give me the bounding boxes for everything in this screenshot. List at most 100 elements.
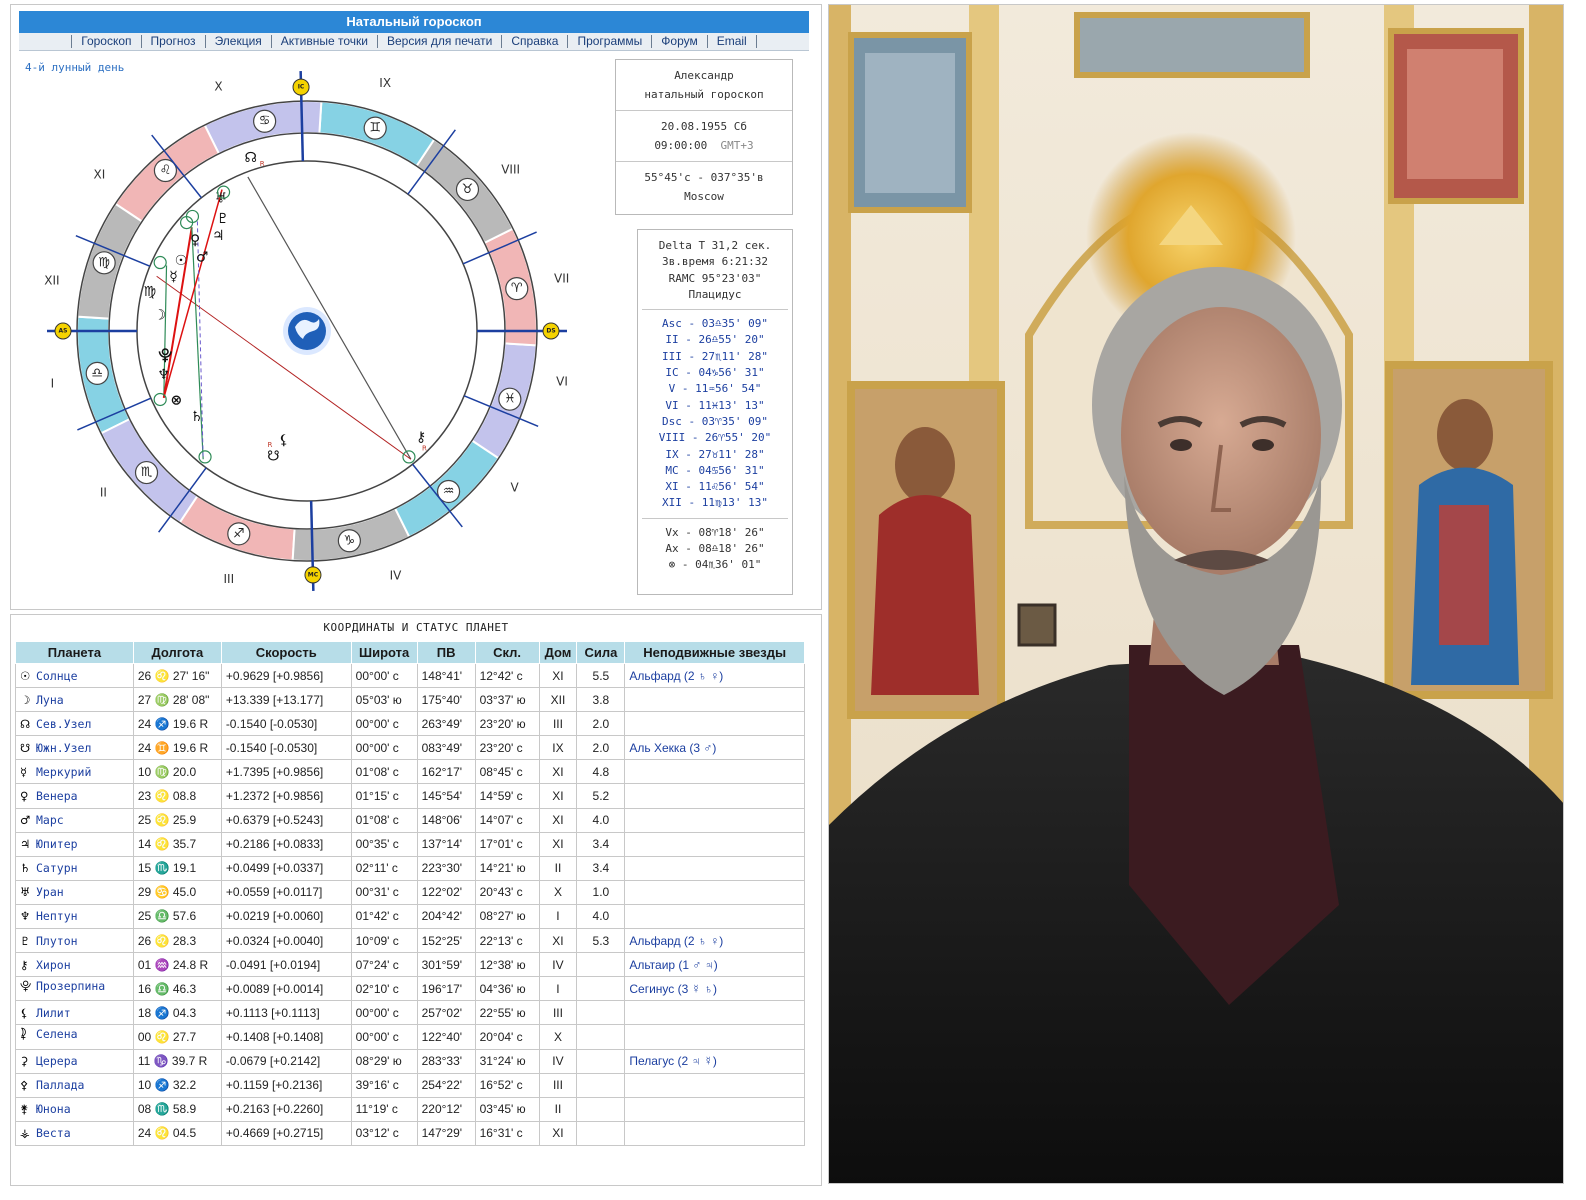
retrograde-mark: R bbox=[267, 441, 272, 449]
declination-cell: 14°21' ю bbox=[475, 856, 540, 881]
longitude-cell: 27 ♍ 28' 08" bbox=[133, 687, 222, 713]
house-number: VI bbox=[556, 375, 568, 389]
right-ascension-cell: 147°29' bbox=[417, 1121, 476, 1146]
power-cell: 5.3 bbox=[576, 928, 626, 954]
planet-name-link[interactable]: Сев.Узел bbox=[36, 717, 91, 731]
planet-name-link[interactable]: Юпитер bbox=[36, 837, 78, 851]
planet-cell: ⚵ Юнона bbox=[15, 1097, 134, 1122]
table-row: ♂ Марс 25 ♌ 25.9 +0.6379 [+0.5243] 01°08' с1… bbox=[15, 808, 805, 833]
planet-name-link[interactable]: Нептун bbox=[36, 909, 78, 923]
fixed-star-cell bbox=[624, 904, 805, 930]
right-ascension-cell: 152°25' bbox=[417, 928, 476, 954]
planet-glyph-icon: ⚴ bbox=[20, 1078, 29, 1093]
declination-cell: 22°13' с bbox=[475, 928, 540, 954]
menu-item-horoscope[interactable]: Гороскоп bbox=[71, 35, 140, 48]
planet-glyph-icon: ☉ bbox=[20, 668, 31, 683]
fixed-star-cell bbox=[624, 1000, 805, 1026]
planet-name-link[interactable]: Марс bbox=[36, 813, 64, 827]
menu-item-forum[interactable]: Форум bbox=[651, 35, 706, 48]
latitude-cell: 01°15' с bbox=[351, 783, 418, 809]
menu-item-election[interactable]: Элекция bbox=[204, 35, 271, 48]
house-cell: X bbox=[539, 880, 578, 905]
planet-name-link[interactable]: Плутон bbox=[36, 934, 78, 948]
planet-glyph-icon: ☿ bbox=[169, 269, 178, 285]
planet-name-link[interactable]: Лилит bbox=[36, 1006, 71, 1020]
table-row: ⯓ Прозерпина 16 ♎ 46.3 +0.0089 [+0.0014] 02°… bbox=[15, 976, 805, 1002]
fixed-star-cell bbox=[624, 1097, 805, 1122]
planet-glyph-icon: ☿ bbox=[20, 764, 28, 779]
menu-item-help[interactable]: Справка bbox=[501, 35, 567, 48]
table-row: ⚸ Лилит 18 ♐ 04.3 +0.1113 [+0.1113] 00°00' с… bbox=[15, 1000, 805, 1026]
speed-cell: -0.1540 [-0.0530] bbox=[221, 735, 352, 761]
fixed-star-cell[interactable]: Сегинус (3 ☿ ♄) bbox=[624, 976, 805, 1002]
menu-item-programs[interactable]: Программы bbox=[567, 35, 651, 48]
right-ascension-cell: 148°06' bbox=[417, 808, 476, 833]
table-row: ⚳ Церера 11 ♑ 39.7 R -0.0679 [+0.2142] 08°29… bbox=[15, 1049, 805, 1074]
planet-name-link[interactable]: Луна bbox=[36, 693, 64, 707]
longitude-cell: 15 ♏ 19.1 bbox=[133, 856, 222, 881]
planet-name-link[interactable]: Юнона bbox=[36, 1102, 71, 1116]
menu-item-active-points[interactable]: Активные точки bbox=[270, 35, 377, 48]
power-cell bbox=[576, 1000, 626, 1026]
table-row: ♅ Уран 29 ♋ 45.0 +0.0559 [+0.0117] 00°31' с1… bbox=[15, 880, 805, 905]
menu-item-email[interactable]: Email bbox=[706, 35, 757, 48]
planet-cell: ☿ Меркурий bbox=[15, 759, 134, 785]
house-number: V bbox=[511, 480, 520, 494]
declination-cell: 20°43' с bbox=[475, 880, 540, 905]
right-ascension-cell: 223°30' bbox=[417, 856, 476, 881]
planet-name-link[interactable]: Меркурий bbox=[36, 765, 91, 779]
zodiac-sign-icon: ♏ bbox=[141, 465, 153, 480]
planet-name-link[interactable]: Солнце bbox=[36, 669, 78, 683]
fixed-star-cell[interactable]: Альфард (2 ♄ ♀) bbox=[624, 928, 805, 954]
planet-name-link[interactable]: Хирон bbox=[36, 958, 71, 972]
planet-cell: ⚸ Лилит bbox=[15, 1000, 134, 1026]
sidereal-time: Зв.время 6:21:32 bbox=[662, 255, 768, 269]
planet-name-link[interactable]: Паллада bbox=[36, 1078, 84, 1092]
power-cell bbox=[576, 976, 626, 1002]
menu-item-forecast[interactable]: Прогноз bbox=[140, 35, 205, 48]
planet-cell: ♀ Венера bbox=[15, 783, 134, 809]
planet-cell: ☊ Сев.Узел bbox=[15, 711, 134, 737]
planet-name-link[interactable]: Уран bbox=[36, 885, 64, 899]
fixed-star-cell[interactable]: Пелагус (2 ♃ ☿) bbox=[624, 1049, 805, 1074]
declination-cell: 14°59' с bbox=[475, 783, 540, 809]
planet-name-link[interactable]: Венера bbox=[36, 789, 78, 803]
menu-item-print-version[interactable]: Версия для печати bbox=[377, 35, 501, 48]
table-row: ⚷ Хирон 01 ♒ 24.8 R -0.0491 [+0.0194] 07°24'… bbox=[15, 952, 805, 978]
speed-cell: +0.0499 [+0.0337] bbox=[221, 856, 352, 881]
fixed-star-cell[interactable]: Альфард (2 ♄ ♀) bbox=[624, 663, 805, 689]
house-cusp: IX - 27♉11' 28" bbox=[665, 447, 765, 461]
house-number: I bbox=[51, 377, 55, 391]
table-row: ☿ Меркурий 10 ♍ 20.0 +1.7395 [+0.9856] 01°08… bbox=[15, 759, 805, 785]
zodiac-sign-icon: ♎ bbox=[91, 366, 103, 381]
planet-glyph-icon: ⚶ bbox=[20, 1126, 30, 1141]
planet-cell: ♄ Сатурн bbox=[15, 856, 134, 881]
latitude-cell: 03°12' с bbox=[351, 1121, 418, 1146]
fixed-star-cell[interactable]: Аль Хекка (3 ♂) bbox=[624, 735, 805, 761]
speed-cell: +0.0219 [+0.0060] bbox=[221, 904, 352, 930]
longitude-cell: 24 ♐ 19.6 R bbox=[133, 711, 222, 737]
speed-cell: +1.7395 [+0.9856] bbox=[221, 759, 352, 785]
portrait-image bbox=[829, 5, 1563, 1183]
fixed-star-cell[interactable]: Альтаир (1 ♂ ♃) bbox=[624, 952, 805, 978]
planet-name-link[interactable]: Южн.Узел bbox=[36, 741, 91, 755]
planet-name-link[interactable]: Прозерпина bbox=[36, 979, 105, 993]
power-cell: 3.4 bbox=[576, 856, 626, 881]
house-number: III bbox=[224, 572, 235, 586]
ramc: RAMC 95°23'03" bbox=[668, 271, 762, 285]
declination-cell: 20°04' с bbox=[475, 1024, 540, 1050]
planet-glyph-icon: ♍ bbox=[144, 284, 157, 300]
speed-cell: +13.339 [+13.177] bbox=[221, 687, 352, 713]
extra-point: Vx - 08♈18' 26" bbox=[665, 525, 765, 539]
house-cusp: V - 11♒56' 54" bbox=[668, 382, 762, 396]
house-cell: IX bbox=[539, 735, 578, 761]
planet-name-link[interactable]: Церера bbox=[36, 1054, 78, 1068]
planet-name-link[interactable]: Сатурн bbox=[36, 861, 78, 875]
house-cell: XI bbox=[539, 928, 578, 954]
zodiac-sign-icon: ♊ bbox=[369, 121, 381, 136]
planet-cell: ⚶ Веста bbox=[15, 1121, 134, 1146]
longitude-cell: 14 ♌ 35.7 bbox=[133, 832, 222, 857]
planet-name-link[interactable]: Селена bbox=[36, 1027, 78, 1041]
planet-name-link[interactable]: Веста bbox=[36, 1126, 71, 1140]
power-cell bbox=[576, 952, 626, 978]
